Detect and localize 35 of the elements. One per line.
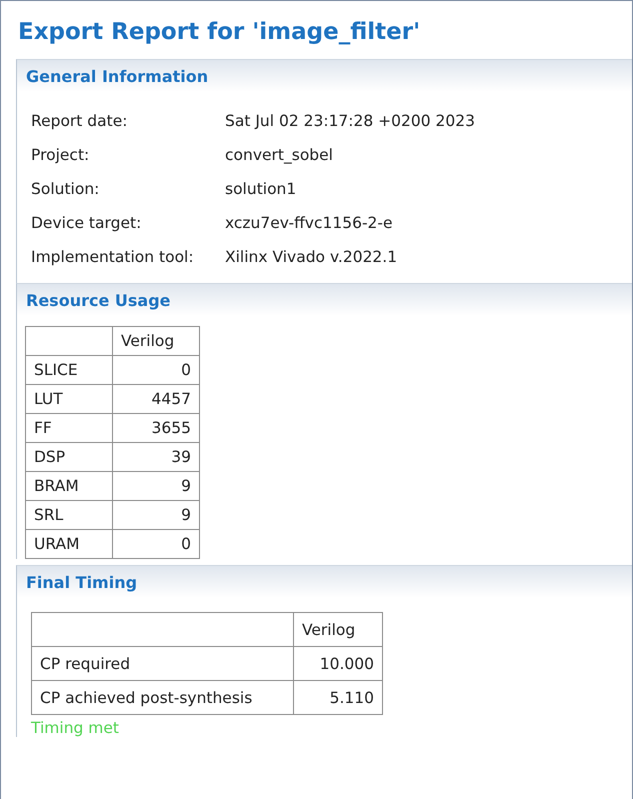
row-label: CP achieved post-synthesis	[32, 680, 294, 714]
field-label: Report date:	[31, 111, 128, 132]
row-label: SLICE	[26, 356, 112, 384]
column-header: Verilog	[112, 326, 200, 356]
field-value: Sat Jul 02 23:17:28 +0200 2023	[225, 111, 476, 132]
row-label: URAM	[26, 530, 112, 558]
table-cell: 4457	[112, 384, 200, 414]
field-label: Project:	[31, 145, 90, 166]
row-label: SRL	[26, 500, 112, 530]
table-cell: 39	[112, 442, 200, 472]
column-header: Verilog	[294, 612, 382, 646]
table-cell: 9	[112, 472, 200, 500]
field-value: solution1	[225, 179, 298, 200]
field-value: Xilinx Vivado v.2022.1	[225, 247, 398, 268]
table-cell: 9	[112, 500, 200, 530]
timing-status: Timing met	[31, 719, 120, 737]
table-cell: 3655	[112, 414, 200, 442]
section-title: Resource Usage	[26, 290, 170, 310]
row-label: CP required	[32, 646, 294, 680]
row-label: BRAM	[26, 472, 112, 500]
section-title: General Information	[26, 66, 208, 86]
field-value: convert_sobel	[225, 145, 334, 166]
field-value: xczu7ev-ffvc1156-2-e	[225, 213, 394, 234]
field-label: Device target:	[31, 213, 142, 234]
table-cell: 5.110	[294, 680, 382, 714]
table-cell: 10.000	[294, 646, 382, 680]
section-title: Final Timing	[26, 572, 138, 592]
field-label: Solution:	[31, 179, 100, 200]
row-label: LUT	[26, 384, 112, 414]
field-label: Implementation tool:	[31, 247, 195, 268]
row-label: DSP	[26, 442, 112, 472]
row-label: FF	[26, 414, 112, 442]
table-cell: 0	[112, 356, 200, 384]
report-title: Export Report for 'image_filter'	[18, 19, 422, 47]
table-cell: 0	[112, 530, 200, 558]
